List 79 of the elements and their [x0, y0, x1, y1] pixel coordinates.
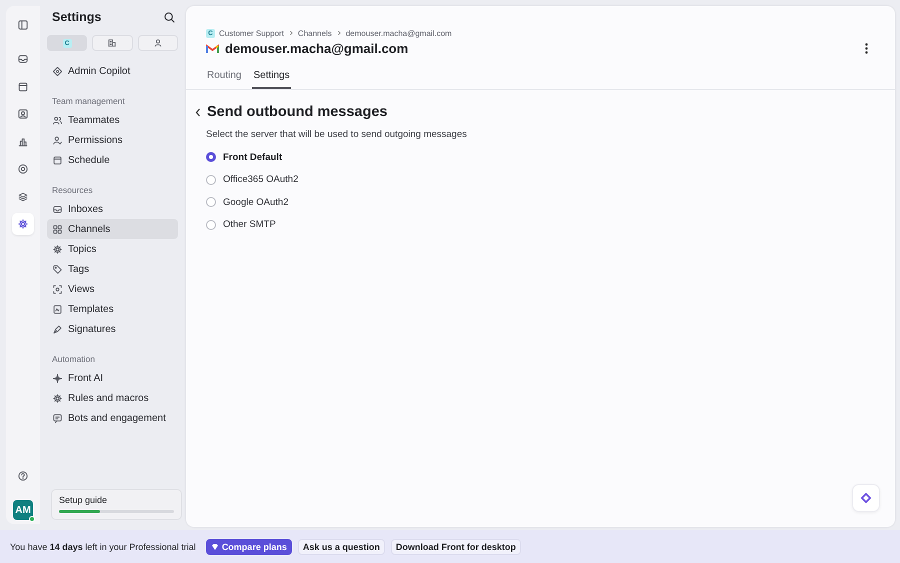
radio-button[interactable] [206, 152, 216, 162]
nav-item[interactable]: Signatures [47, 319, 178, 339]
section-heading: Automation [51, 353, 96, 366]
nav-item[interactable]: Channels [47, 219, 178, 239]
inbox-icon [17, 53, 29, 65]
breadcrumb-link[interactable]: demouser.macha@gmail.com [346, 28, 452, 38]
nav-item[interactable]: Views [47, 279, 178, 299]
tab[interactable]: Routing [206, 70, 242, 89]
diamond-icon [860, 492, 872, 504]
nav-item[interactable]: Permissions [47, 130, 178, 150]
tag-icon [52, 264, 63, 274]
nav-item[interactable]: Admin Copilot [47, 61, 178, 81]
lifebuoy-icon [17, 163, 29, 175]
section-heading: Resources [51, 184, 94, 197]
nav-item[interactable]: Schedule [47, 150, 178, 170]
radio-button[interactable] [206, 220, 216, 230]
nav-item[interactable]: Bots and engagement [47, 408, 178, 428]
building-icon [107, 38, 118, 48]
trial-bar-button[interactable]: Ask us a question [298, 538, 385, 554]
grid-icon [52, 224, 63, 234]
settings-icon [52, 244, 63, 254]
pen-icon [52, 324, 63, 334]
avatar[interactable]: AM [13, 500, 33, 520]
person-check-icon [52, 134, 63, 146]
settings-icon [52, 392, 63, 404]
bar-chart-icon [17, 136, 29, 148]
person-icon [152, 38, 163, 48]
settings-icon [17, 218, 29, 230]
breadcrumb-link[interactable]: Customer Support [219, 28, 284, 38]
radio-label: Office365 OAuth2 [223, 174, 298, 186]
calendar-icon [17, 80, 29, 92]
radio-label: Front Default [223, 152, 282, 163]
diamond-icon [52, 66, 63, 76]
radio-button[interactable] [206, 174, 216, 185]
trial-message: You have 14 days left in your Professional trial [10, 542, 196, 552]
sidebar-title: Settings [52, 10, 102, 24]
copilot-button[interactable] [852, 484, 880, 512]
radio-label: Other SMTP [223, 219, 276, 230]
search-button[interactable] [164, 10, 174, 24]
nav-item[interactable]: Rules and macros [47, 388, 178, 408]
nav-item[interactable]: Inboxes [47, 199, 178, 219]
rail-button[interactable] [12, 213, 34, 235]
section-heading: Team management [51, 95, 126, 108]
nav-item[interactable]: Tags [47, 259, 178, 279]
nav-item[interactable]: Front AI [47, 368, 178, 388]
section-title: Send outbound messages [207, 104, 388, 120]
view-icon [52, 284, 63, 294]
search-icon [162, 10, 176, 24]
back-icon[interactable] [195, 107, 203, 117]
description-text: Select the server that will be used to send outgoing messages [206, 129, 468, 140]
radio-button[interactable] [206, 197, 216, 208]
tab[interactable]: Settings [252, 70, 291, 89]
nav-item[interactable]: Templates [47, 299, 178, 319]
document-icon [52, 304, 63, 314]
page-title: demouser.macha@gmail.com [225, 41, 408, 56]
chevron-icon [288, 30, 294, 36]
inbox-icon [52, 204, 63, 214]
help-icon [17, 470, 29, 482]
sidebar-toggle-icon [17, 19, 29, 31]
radio-label: Google OAuth2 [223, 196, 288, 208]
trial-bar-button[interactable]: Download Front for desktop [390, 538, 521, 554]
nav-item[interactable]: Topics [47, 239, 178, 259]
setup-guide-card[interactable]: Setup guide [51, 489, 182, 520]
gem-icon [210, 542, 219, 550]
contact-card-icon [17, 108, 29, 120]
sparkle-icon [52, 372, 63, 384]
compare-plans-button[interactable]: Compare plans [206, 538, 292, 554]
setup-guide-label: Setup guide [59, 495, 108, 505]
layers-icon [17, 190, 29, 202]
chevron-icon [336, 30, 342, 36]
people-icon [52, 114, 63, 126]
scope-tab[interactable] [138, 35, 178, 51]
mail-logo-icon [206, 44, 219, 54]
scope-tab[interactable] [92, 35, 133, 51]
breadcrumb-link[interactable]: Channels [298, 28, 332, 38]
chat-icon [52, 412, 63, 424]
calendar-icon [52, 154, 63, 166]
nav-item[interactable]: Teammates [47, 110, 178, 130]
avatar-initials: AM [15, 504, 31, 516]
